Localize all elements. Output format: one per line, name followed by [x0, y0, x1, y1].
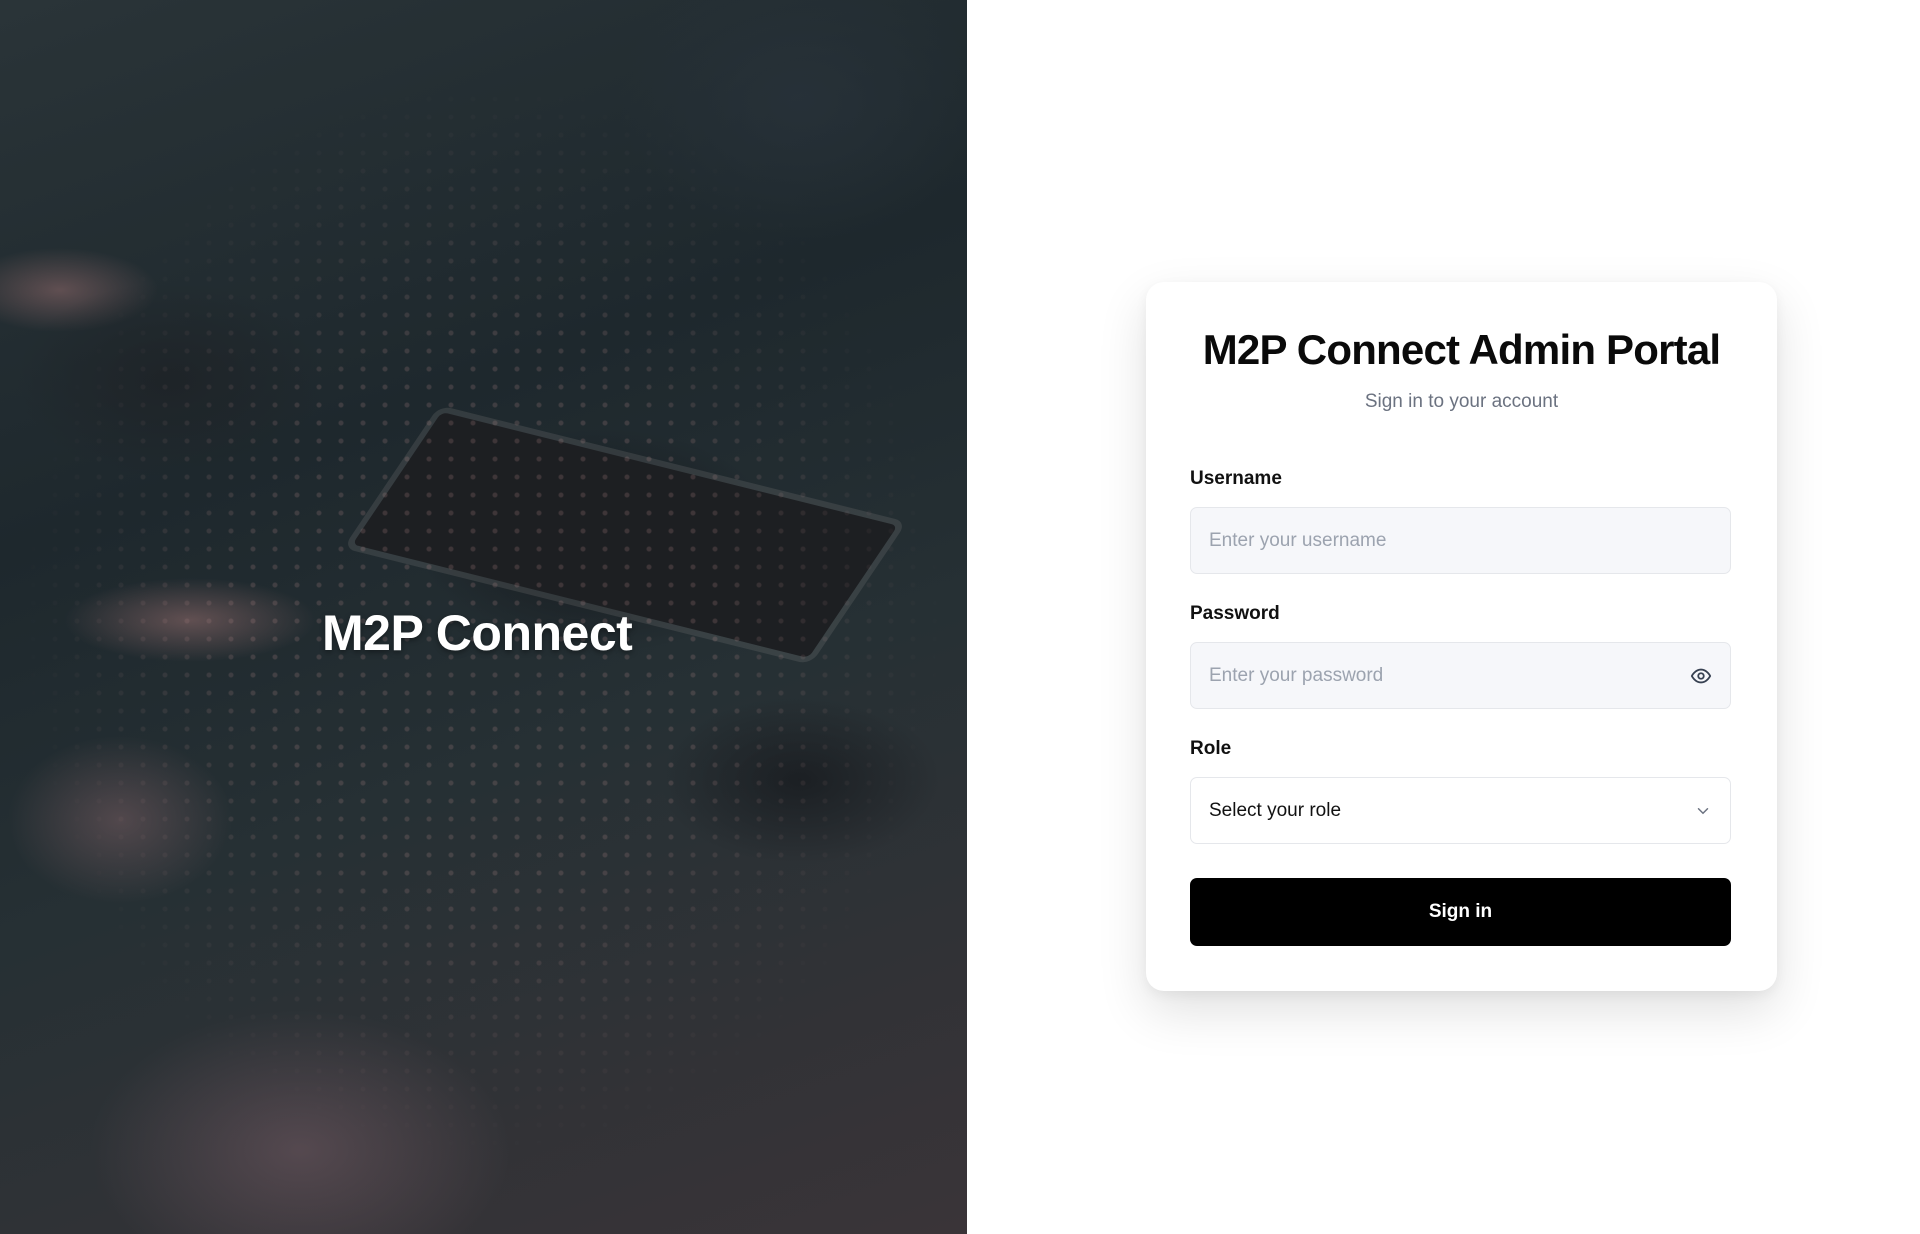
hero-title: M2P Connect — [322, 605, 633, 661]
username-input[interactable] — [1209, 529, 1712, 552]
role-select[interactable]: Select your role — [1190, 777, 1731, 844]
sign-in-button[interactable]: Sign in — [1190, 878, 1731, 946]
role-selected-value: Select your role — [1209, 799, 1342, 821]
role-label: Role — [1190, 738, 1232, 759]
page-subtitle: Sign in to your account — [1364, 391, 1559, 412]
password-input[interactable] — [1209, 664, 1690, 687]
password-label: Password — [1190, 603, 1280, 624]
username-field[interactable] — [1190, 507, 1731, 574]
chevron-down-icon — [1694, 802, 1712, 820]
hero-panel: M2P Connect — [0, 0, 967, 1234]
page-title: M2P Connect Admin Portal — [1202, 326, 1721, 373]
username-label: Username — [1190, 468, 1282, 489]
password-field[interactable] — [1190, 642, 1731, 709]
eye-icon[interactable] — [1690, 665, 1712, 687]
login-card: M2P Connect Admin Portal Sign in to your… — [1146, 282, 1777, 991]
